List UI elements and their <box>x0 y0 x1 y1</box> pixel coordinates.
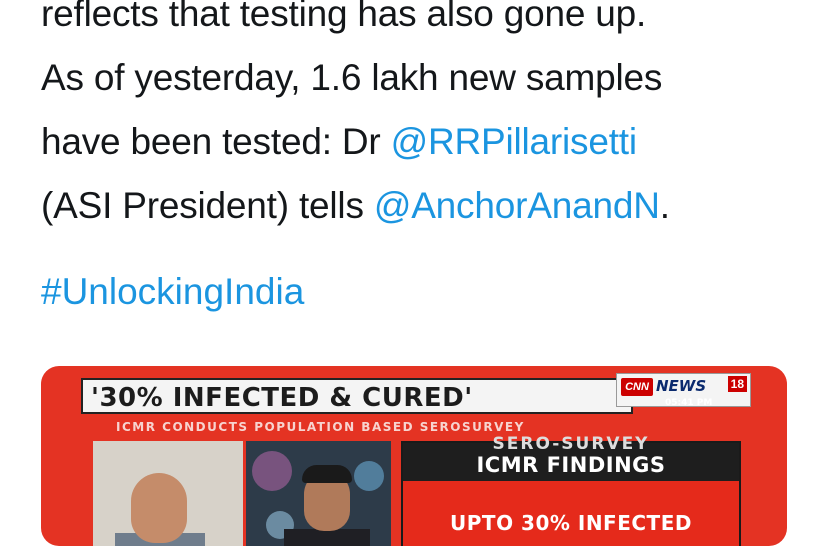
tweet-line: (ASI President) tells @AnchorAnandN. <box>41 174 821 238</box>
video-panel-guest <box>93 441 243 546</box>
ticker-text: ICMR CONDUCTS POPULATION BASED SEROSURVE… <box>116 420 525 434</box>
logo-cnn: CNN <box>621 378 653 396</box>
mention-link-rrpillarisetti[interactable]: @RRPillarisetti <box>391 121 638 162</box>
anchor-hair <box>302 465 352 483</box>
guest-face <box>131 473 187 543</box>
broadcast-time: 05:41 PM <box>665 398 713 408</box>
anchor-suit <box>284 529 370 546</box>
tweet-line-text: (ASI President) tells <box>41 185 374 226</box>
mention-link-anchoranandn[interactable]: @AnchorAnandN <box>374 185 660 226</box>
tweet-line-text: have been tested: Dr <box>41 121 391 162</box>
tweet-line: have been tested: Dr @RRPillarisetti <box>41 110 821 174</box>
tweet-line-end: . <box>659 185 670 226</box>
video-panel-anchor <box>246 441 391 546</box>
background-graphic <box>252 451 292 491</box>
findings-stat: UPTO 30% INFECTED <box>450 511 692 535</box>
logo-18: 18 <box>727 376 747 392</box>
findings-header: SERO-SURVEY ICMR FINDINGS <box>403 434 739 481</box>
background-graphic <box>354 461 384 491</box>
findings-panel: SERO-SURVEY ICMR FINDINGS UPTO 30% INFEC… <box>401 434 741 546</box>
tweet-line: As of yesterday, 1.6 lakh new samples <box>41 57 663 98</box>
findings-heading: ICMR FINDINGS <box>476 453 666 477</box>
tweet-media-image[interactable]: '30% INFECTED & CURED' CNN NEWS 18 05:41… <box>41 366 787 546</box>
logo-news: NEWS <box>656 377 707 395</box>
tweet-line: reflects that testing has also gone up. <box>41 0 647 34</box>
news-banner-headline: '30% INFECTED & CURED' <box>81 378 633 414</box>
hashtag-link[interactable]: #UnlockingIndia <box>41 260 304 324</box>
tweet-body: reflects that testing has also gone up. … <box>41 0 821 238</box>
findings-subheading: SERO-SURVEY <box>492 434 650 454</box>
